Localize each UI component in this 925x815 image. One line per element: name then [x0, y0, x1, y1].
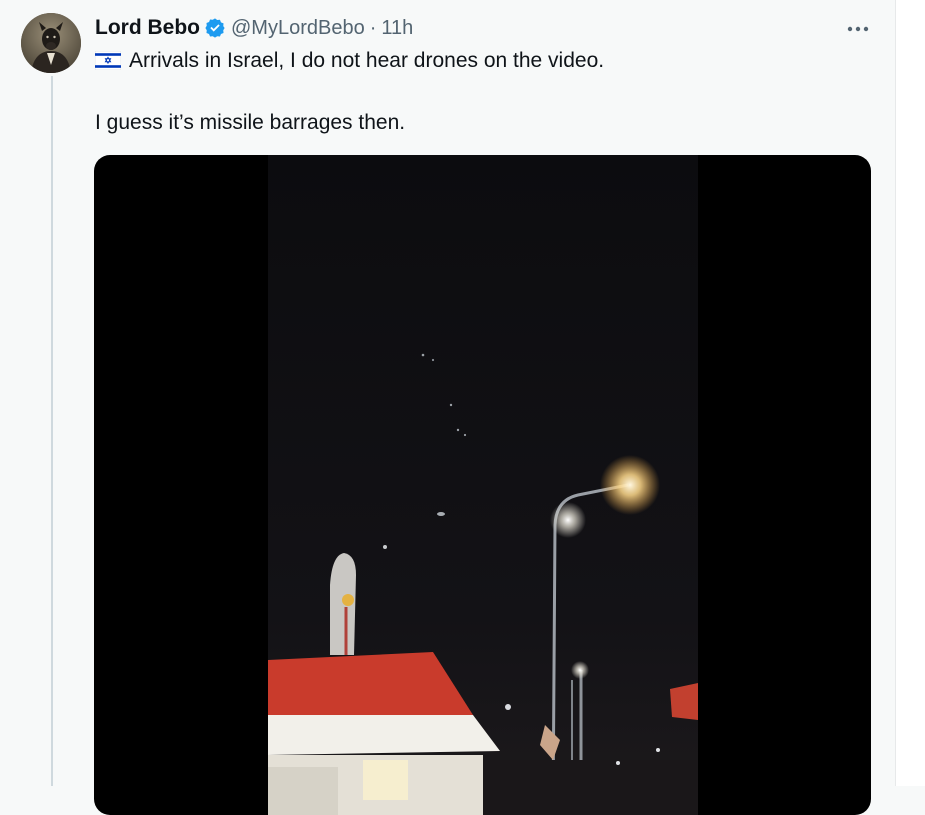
thread-line [51, 76, 53, 786]
author-name[interactable]: Lord Bebo [95, 16, 200, 40]
tweet-text-line-2: I guess it’s missile barrages then. [95, 111, 406, 134]
video-player[interactable] [94, 155, 871, 815]
avatar[interactable] [21, 13, 81, 73]
right-pane [896, 0, 925, 786]
israel-flag-icon [94, 49, 122, 71]
author-handle[interactable]: @MyLordBebo [231, 17, 365, 40]
tweet-text-content-1: Arrivals in Israel, I do not hear drones… [129, 49, 605, 72]
more-options-icon [847, 26, 869, 32]
verified-badge-icon [204, 17, 226, 39]
avatar-image [21, 13, 81, 73]
tweet-text-line-1: Arrivals in Israel, I do not hear drones… [94, 46, 875, 76]
tweet-header: Lord Bebo @MyLordBebo · 11h [95, 14, 413, 42]
video-frame [268, 155, 698, 815]
tweet-text: Arrivals in Israel, I do not hear drones… [94, 46, 875, 138]
timestamp[interactable]: 11h [381, 17, 413, 40]
more-options-button[interactable] [840, 15, 876, 43]
separator-dot: · [369, 16, 377, 39]
